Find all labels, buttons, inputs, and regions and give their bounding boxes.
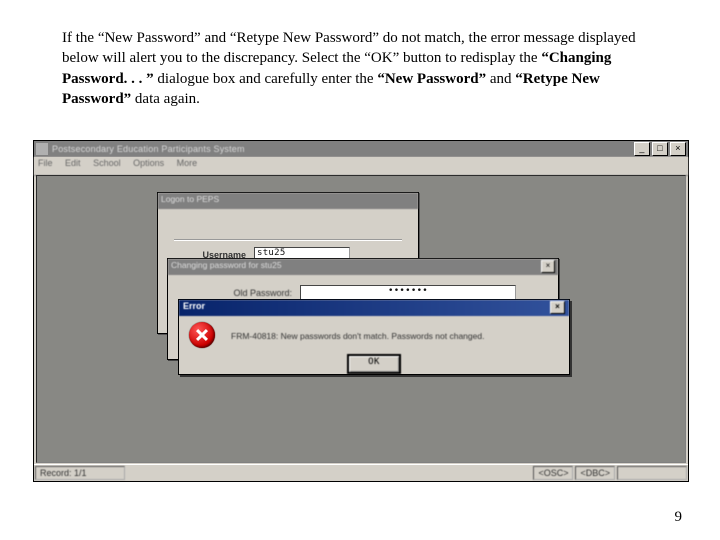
menu-more[interactable]: More xyxy=(177,158,198,168)
close-button[interactable]: × xyxy=(670,142,686,156)
error-message: FRM-40818: New passwords don't match. Pa… xyxy=(231,331,559,341)
maximize-button[interactable]: □ xyxy=(652,142,668,156)
chgpwd-title-text: Changing password for stu25 xyxy=(171,260,541,274)
instruction-text-g: data again. xyxy=(131,91,200,107)
page-number: 9 xyxy=(675,509,683,526)
status-indicator-1: <OSC> xyxy=(533,466,573,480)
menu-school[interactable]: School xyxy=(93,158,121,168)
instruction-paragraph: If the “New Password” and “Retype New Pa… xyxy=(0,0,720,119)
minimize-button[interactable]: _ xyxy=(634,142,650,156)
status-record: Record: 1/1 xyxy=(35,466,125,480)
instruction-bold-d: “New Password” xyxy=(377,71,486,87)
status-empty xyxy=(617,466,687,480)
old-password-input[interactable]: ••••••• xyxy=(300,285,516,300)
app-title: Postsecondary Education Participants Sys… xyxy=(52,144,634,154)
error-icon xyxy=(189,322,217,350)
instruction-text-c: dialogue box and carefully enter the xyxy=(154,71,378,87)
titlebar: Postsecondary Education Participants Sys… xyxy=(34,141,688,157)
error-dialog: Error × FRM-40818: New passwords don't m… xyxy=(178,299,570,375)
menubar: File Edit School Options More xyxy=(34,157,688,176)
error-title-text: Error xyxy=(183,301,550,315)
instruction-text-e: and xyxy=(486,71,515,87)
ok-button[interactable]: OK xyxy=(347,354,401,374)
chgpwd-close-button[interactable]: × xyxy=(541,260,555,273)
old-password-label: Old Password: xyxy=(182,288,300,298)
menu-options[interactable]: Options xyxy=(133,158,164,168)
app-icon xyxy=(36,143,48,155)
status-indicator-2: <DBC> xyxy=(575,466,615,480)
menu-file[interactable]: File xyxy=(38,158,53,168)
main-area: Logon to PEPS Username stu25 Changing pa… xyxy=(36,175,686,463)
chgpwd-titlebar: Changing password for stu25 × xyxy=(168,259,558,275)
menu-edit[interactable]: Edit xyxy=(65,158,81,168)
statusbar: Record: 1/1 <OSC> <DBC> xyxy=(34,464,688,481)
error-titlebar: Error × xyxy=(179,300,569,316)
app-window: Postsecondary Education Participants Sys… xyxy=(33,140,689,482)
logon-title: Logon to PEPS xyxy=(158,193,418,209)
error-close-button[interactable]: × xyxy=(550,301,565,314)
